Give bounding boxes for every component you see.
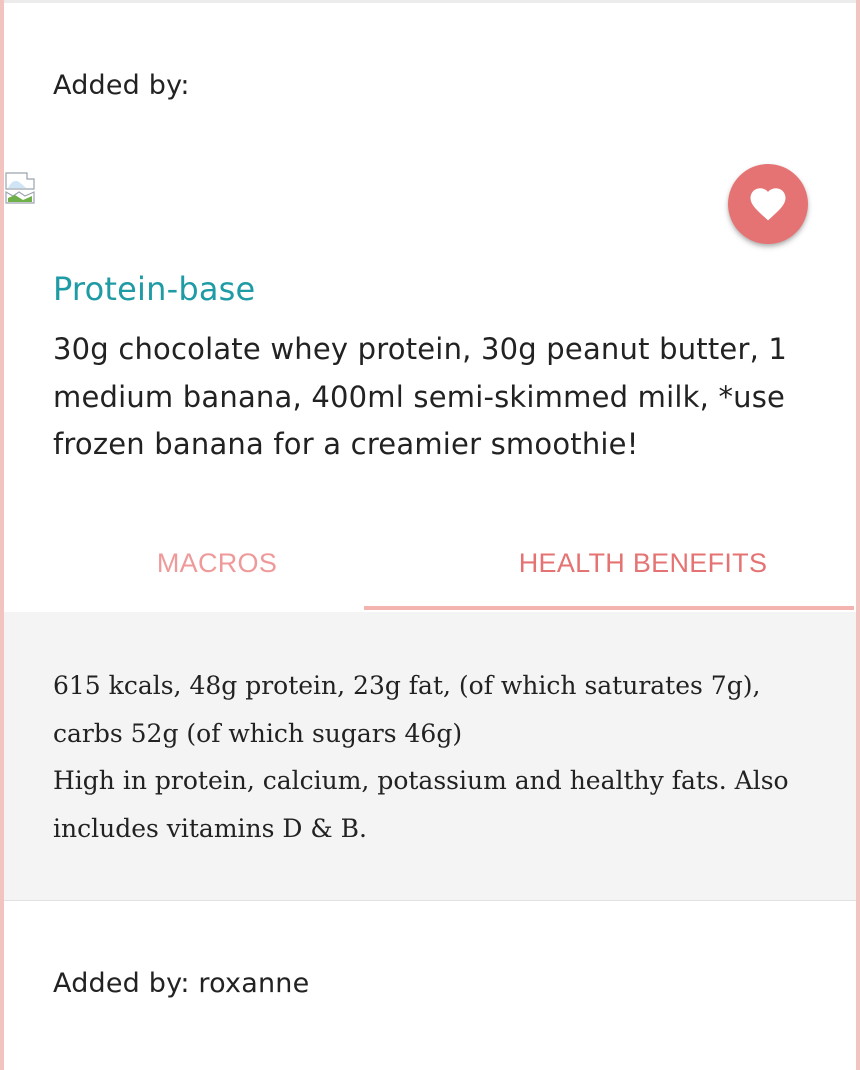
recipe-tabs: MACROS HEALTH BENEFITS (4, 530, 856, 612)
added-by-label: Added by: (53, 70, 190, 101)
tab-content-panel: 615 kcals, 48g protein, 23g fat, (of whi… (4, 612, 856, 901)
broken-image-icon (5, 172, 37, 204)
tab-content-text: 615 kcals, 48g protein, 23g fat, (of whi… (53, 662, 813, 852)
added-by-author: Added by: roxanne (53, 968, 310, 999)
heart-icon (750, 188, 786, 221)
tab-macros[interactable]: MACROS (4, 530, 430, 612)
active-tab-indicator (364, 606, 854, 610)
card-right-border (856, 0, 860, 1070)
tab-health-benefits[interactable]: HEALTH BENEFITS (430, 530, 856, 612)
macros-text: 615 kcals, 48g protein, 23g fat, (of whi… (53, 671, 761, 748)
health-benefits-text: High in protein, calcium, potassium and … (53, 766, 789, 843)
favorite-button[interactable] (728, 164, 808, 244)
recipe-title[interactable]: Protein-base (53, 270, 255, 308)
recipe-description: 30g chocolate whey protein, 30g peanut b… (53, 332, 788, 461)
card-divider (4, 0, 856, 3)
recipe-page: Added by: Protein-base 30g chocolate whe… (0, 0, 860, 1070)
